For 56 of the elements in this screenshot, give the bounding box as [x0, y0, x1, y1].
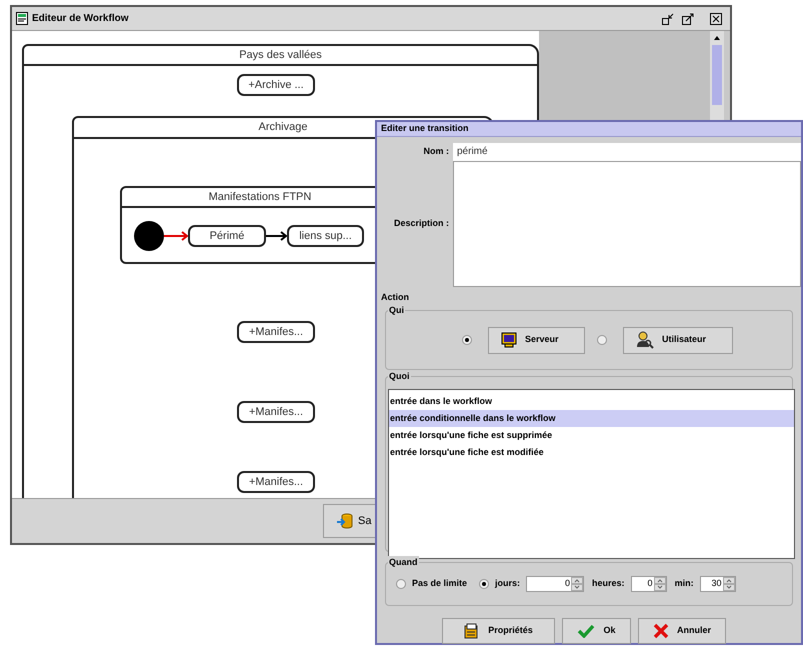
spin-arrows-icon[interactable]	[571, 577, 584, 591]
section-title: Action	[381, 290, 410, 304]
close-icon[interactable]	[710, 12, 722, 24]
option-button[interactable]: Utilisateur	[623, 326, 733, 354]
description-label: Description :	[392, 216, 450, 230]
description-input[interactable]	[453, 160, 801, 286]
properties-button[interactable]: Propriétés	[442, 618, 555, 644]
collapsed-state-node[interactable]: +Manifes...	[237, 471, 315, 493]
monitor-icon	[501, 332, 517, 348]
transition-arrow[interactable]	[266, 231, 287, 241]
spinner-value: 0	[564, 577, 572, 590]
collapsed-state-node[interactable]: +Manifes...	[237, 401, 315, 423]
radio-button[interactable]	[396, 579, 406, 589]
number-spinner[interactable]: 30	[700, 576, 736, 592]
radio-label: Pas de limite	[412, 577, 468, 590]
database-icon	[336, 512, 354, 530]
ok-button[interactable]: Ok	[562, 618, 631, 644]
spin-arrows-icon[interactable]	[654, 577, 666, 591]
scroll-thumb[interactable]	[712, 45, 722, 105]
folder-icon	[464, 623, 480, 639]
window-title: Editeur de Workflow	[32, 12, 128, 26]
list-item[interactable]: entrée lorsqu'une fiche est modifiée	[389, 444, 794, 461]
spinner-label: min:	[674, 577, 694, 590]
cancel-icon	[652, 623, 669, 639]
spinner-value: 30	[710, 577, 723, 590]
state-node[interactable]: liens sup...	[287, 225, 364, 247]
collapsed-state-node[interactable]: +Manifes...	[237, 321, 315, 343]
spinner-label: heures:	[592, 577, 625, 590]
list-item[interactable]: entrée lorsqu'une fiche est supprimée	[389, 427, 794, 444]
checkmark-icon	[577, 624, 596, 638]
window-icon	[16, 12, 28, 25]
option-button[interactable]: Serveur	[488, 326, 585, 354]
number-spinner[interactable]: 0	[526, 576, 584, 592]
group-title: Qui	[388, 304, 405, 316]
radio-label: jours:	[495, 577, 520, 590]
user-magnifier-icon	[636, 331, 654, 349]
name-label: Nom :	[422, 144, 450, 158]
list-item[interactable]: entrée conditionnelle dans le workflow	[389, 410, 794, 427]
state-node[interactable]: Périmé	[188, 225, 266, 247]
number-spinner[interactable]: 0	[630, 576, 667, 592]
maximize-icon[interactable]	[682, 12, 694, 24]
spin-arrows-icon[interactable]	[722, 577, 735, 591]
group-title: Quand	[388, 556, 418, 568]
dialog-title: Editer une transition	[381, 122, 469, 135]
radio-button[interactable]	[462, 335, 472, 345]
initial-state-dot	[134, 221, 164, 251]
cancel-button[interactable]: Annuler	[638, 618, 726, 644]
minimize-icon[interactable]	[662, 12, 674, 24]
container-title: Pays des vallées	[24, 46, 537, 66]
group-title: Quoi	[388, 370, 410, 382]
name-input[interactable]: périmé	[453, 142, 801, 160]
radio-button[interactable]	[597, 335, 607, 345]
spinner-value: 0	[646, 577, 654, 590]
list-item[interactable]: entrée dans le workflow	[389, 393, 794, 410]
radio-button[interactable]	[479, 579, 490, 589]
collapsed-state-node[interactable]: +Archive ...	[237, 74, 315, 96]
